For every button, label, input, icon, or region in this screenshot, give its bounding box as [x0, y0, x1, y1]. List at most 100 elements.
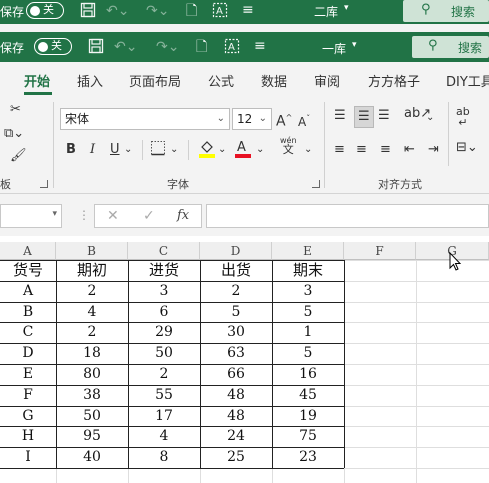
phonetic-icon[interactable]: wén 文	[280, 136, 297, 155]
table-cell[interactable]: 4	[56, 302, 128, 323]
font-color-icon[interactable]: A	[234, 138, 252, 163]
table-header-cell[interactable]: 出货	[200, 260, 272, 281]
column-header-e[interactable]: E	[272, 242, 344, 260]
table-cell[interactable]: 5	[272, 302, 344, 323]
table-cell[interactable]: 4	[128, 426, 200, 447]
table-cell[interactable]: B	[0, 302, 56, 323]
cancel-icon[interactable]: ✕	[107, 208, 119, 224]
name-box[interactable]: ▾	[0, 204, 62, 228]
chevron-down-icon[interactable]: ⌄	[218, 142, 226, 158]
chevron-down-icon[interactable]: ⌄	[170, 142, 178, 158]
redo-icon[interactable]: ↷⌄	[156, 38, 179, 56]
align-bottom-icon[interactable]: ☰	[378, 108, 390, 124]
table-cell[interactable]: 25	[200, 447, 272, 468]
align-center-icon[interactable]: ≡	[356, 142, 367, 158]
tab-formulas[interactable]: 公式	[208, 71, 234, 90]
title-chevron-icon[interactable]: ▾	[352, 40, 357, 50]
title-chevron-icon[interactable]: ▾	[344, 3, 349, 13]
table-cell[interactable]: 18	[56, 343, 128, 364]
table-cell[interactable]: I	[0, 447, 56, 468]
table-cell[interactable]: 30	[200, 322, 272, 343]
undo-icon[interactable]: ↶⌄	[106, 2, 129, 20]
table-cell[interactable]: 23	[272, 447, 344, 468]
table-cell[interactable]: 45	[272, 385, 344, 406]
print-preview-icon[interactable]: 🗋	[186, 2, 197, 20]
chevron-down-icon[interactable]: ⌄	[426, 110, 434, 126]
table-cell[interactable]: 6	[128, 302, 200, 323]
chevron-down-icon[interactable]: ⌄	[124, 142, 132, 158]
fill-color-icon[interactable]	[198, 138, 216, 163]
table-cell[interactable]: A	[0, 281, 56, 302]
table-header-cell[interactable]: 货号	[0, 260, 56, 281]
table-cell[interactable]: 80	[56, 364, 128, 385]
autosave-toggle[interactable]: 关	[26, 2, 64, 19]
customize-quick-access-icon[interactable]: ≡	[242, 1, 254, 19]
table-cell[interactable]: 75	[272, 426, 344, 447]
column-header-a[interactable]: A	[0, 242, 56, 260]
tab-review[interactable]: 审阅	[314, 71, 340, 90]
table-cell[interactable]: H	[0, 426, 56, 447]
formula-input[interactable]	[206, 204, 489, 228]
undo-icon[interactable]: ↶⌄	[114, 38, 137, 56]
table-cell[interactable]: 48	[200, 385, 272, 406]
table-cell[interactable]: 3	[272, 281, 344, 302]
clipboard-launcher-icon[interactable]	[40, 180, 48, 188]
table-cell[interactable]: 48	[200, 406, 272, 427]
table-cell[interactable]: 16	[272, 364, 344, 385]
table-cell[interactable]: 2	[56, 322, 128, 343]
table-cell[interactable]: 95	[56, 426, 128, 447]
wrap-text-icon[interactable]: ab ↵	[456, 106, 470, 128]
column-header-f[interactable]: F	[344, 242, 416, 260]
format-icon[interactable]: A	[212, 2, 228, 23]
formula-bar-grip-icon[interactable]: ⋮	[78, 208, 90, 222]
table-cell[interactable]: 29	[128, 322, 200, 343]
column-header-c[interactable]: C	[128, 242, 200, 260]
chevron-down-icon[interactable]: ⌄	[304, 142, 312, 158]
merge-cells-icon[interactable]: ⊟⌄	[456, 140, 478, 156]
enter-icon[interactable]: ✓	[143, 208, 155, 224]
tab-diy-tools[interactable]: DIY工具	[446, 71, 489, 90]
bold-button[interactable]: B	[66, 142, 76, 158]
table-cell[interactable]: 5	[200, 302, 272, 323]
cut-icon[interactable]: ✂	[10, 102, 21, 118]
table-header-cell[interactable]: 进货	[128, 260, 200, 281]
insert-function-icon[interactable]: fx	[177, 208, 189, 223]
decrease-font-icon[interactable]: Aˇ	[298, 111, 310, 130]
table-cell[interactable]: 2	[56, 281, 128, 302]
font-launcher-icon[interactable]	[312, 180, 320, 188]
format-icon[interactable]: A	[224, 38, 240, 59]
border-icon[interactable]	[150, 140, 166, 161]
redo-icon[interactable]: ↷⌄	[146, 2, 169, 20]
column-header-b[interactable]: B	[56, 242, 128, 260]
save-icon[interactable]	[88, 38, 104, 59]
search-box[interactable]: ⚲ 搜索	[403, 0, 489, 22]
table-cell[interactable]: F	[0, 385, 56, 406]
format-painter-icon[interactable]: 🖌	[10, 148, 27, 164]
table-cell[interactable]: 63	[200, 343, 272, 364]
column-header-d[interactable]: D	[200, 242, 272, 260]
table-header-cell[interactable]: 期初	[56, 260, 128, 281]
table-cell[interactable]: G	[0, 406, 56, 427]
table-cell[interactable]: 17	[128, 406, 200, 427]
chevron-down-icon[interactable]: ⌄	[256, 142, 264, 158]
table-cell[interactable]: 38	[56, 385, 128, 406]
table-cell[interactable]: 50	[56, 406, 128, 427]
align-left-icon[interactable]: ≡	[334, 142, 345, 158]
save-icon[interactable]	[80, 2, 96, 23]
table-cell[interactable]: C	[0, 322, 56, 343]
table-cell[interactable]: 24	[200, 426, 272, 447]
table-cell[interactable]: 40	[56, 447, 128, 468]
table-cell[interactable]: 8	[128, 447, 200, 468]
table-cell[interactable]: 5	[272, 343, 344, 364]
table-cell[interactable]: 1	[272, 322, 344, 343]
tab-page-layout[interactable]: 页面布局	[129, 71, 181, 90]
chevron-down-icon[interactable]: ⌄	[217, 109, 225, 129]
table-cell[interactable]: 3	[128, 281, 200, 302]
align-middle-icon[interactable]: ☰	[354, 106, 374, 128]
table-cell[interactable]: E	[0, 364, 56, 385]
align-top-icon[interactable]: ☰	[334, 108, 346, 124]
italic-button[interactable]: I	[90, 142, 95, 158]
chevron-down-icon[interactable]: ▾	[52, 209, 57, 219]
decrease-indent-icon[interactable]: ⇤	[404, 142, 415, 158]
font-name-combo[interactable]: 宋体 ⌄	[60, 108, 230, 130]
